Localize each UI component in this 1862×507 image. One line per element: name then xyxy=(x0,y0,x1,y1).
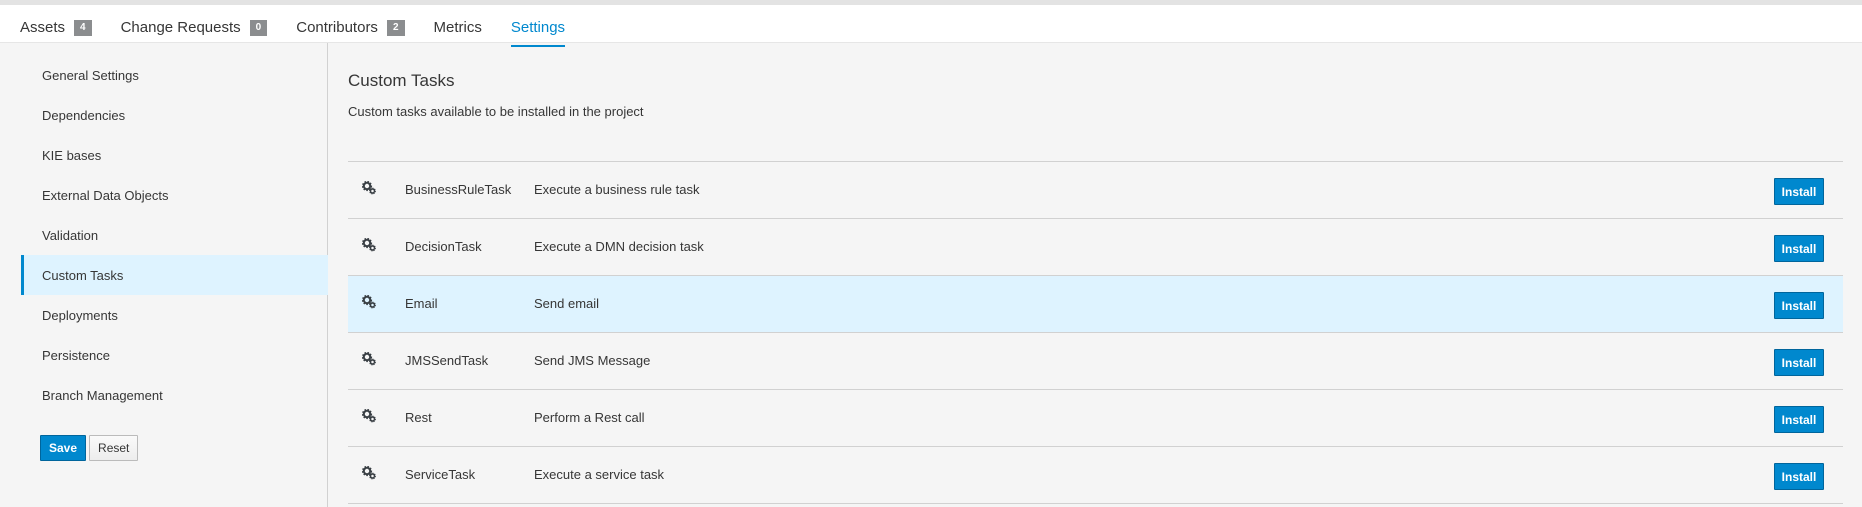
task-description: Perform a Rest call xyxy=(534,410,645,425)
tab-assets[interactable]: Assets 4 xyxy=(20,10,92,47)
project-tabs: Assets 4 Change Requests 0 Contributors … xyxy=(20,10,594,47)
sidebar-item-label: Deployments xyxy=(42,307,118,323)
settings-sidebar: General Settings Dependencies KIE bases … xyxy=(0,43,328,507)
install-button[interactable]: Install xyxy=(1774,349,1824,376)
sidebar-item-persistence[interactable]: Persistence xyxy=(21,335,328,375)
sidebar-item-label: Dependencies xyxy=(42,107,126,123)
tab-settings[interactable]: Settings xyxy=(510,10,566,47)
sidebar-item-external-data-objects[interactable]: External Data Objects xyxy=(21,175,328,215)
page-subtitle: Custom tasks available to be installed i… xyxy=(348,104,644,119)
install-button[interactable]: Install xyxy=(1774,406,1824,433)
gears-icon xyxy=(362,295,376,309)
tab-label: Change Requests xyxy=(120,19,241,36)
list-item: BusinessRuleTask Execute a business rule… xyxy=(348,162,1843,219)
reset-button[interactable]: Reset xyxy=(89,435,139,461)
tab-change-requests[interactable]: Change Requests 0 xyxy=(121,10,268,47)
task-description: Execute a business rule task xyxy=(534,182,700,197)
settings-nav: General Settings Dependencies KIE bases … xyxy=(21,55,328,415)
gears-icon xyxy=(362,238,376,252)
task-name: DecisionTask xyxy=(405,239,482,254)
task-name: Rest xyxy=(405,410,432,425)
list-item: JMSSendTask Send JMS Message Install xyxy=(348,333,1843,390)
sidebar-item-validation[interactable]: Validation xyxy=(21,215,328,255)
sidebar-item-label: External Data Objects xyxy=(42,187,169,203)
task-name: Email xyxy=(405,296,438,311)
task-description: Send JMS Message xyxy=(534,353,651,368)
gears-icon xyxy=(362,409,376,423)
count-badge: 0 xyxy=(249,19,268,36)
install-button[interactable]: Install xyxy=(1774,235,1824,262)
page-title: Custom Tasks xyxy=(348,71,455,90)
sidebar-item-deployments[interactable]: Deployments xyxy=(21,295,328,335)
list-item: Rest Perform a Rest call Install xyxy=(348,390,1843,447)
task-description: Send email xyxy=(534,296,600,311)
gears-icon xyxy=(362,466,376,480)
tab-label: Metrics xyxy=(433,19,482,36)
custom-tasks-panel: Custom Tasks Custom tasks available to b… xyxy=(348,43,1843,507)
sidebar-item-kie-bases[interactable]: KIE bases xyxy=(21,135,328,175)
tab-label: Settings xyxy=(510,19,566,36)
count-badge: 4 xyxy=(74,19,92,36)
sidebar-item-label: KIE bases xyxy=(42,147,102,163)
save-button[interactable]: Save xyxy=(40,435,87,461)
task-name: BusinessRuleTask xyxy=(405,182,512,197)
top-tab-bar: Assets 4 Change Requests 0 Contributors … xyxy=(0,0,1862,47)
task-description: Execute a service task xyxy=(534,467,665,482)
sidebar-actions: Save Reset xyxy=(40,435,139,461)
sidebar-item-label: General Settings xyxy=(42,67,139,83)
sidebar-item-dependencies[interactable]: Dependencies xyxy=(21,95,328,135)
list-item: DecisionTask Execute a DMN decision task… xyxy=(348,219,1843,276)
install-button[interactable]: Install xyxy=(1774,178,1824,205)
list-item: ServiceTask Execute a service task Insta… xyxy=(348,447,1843,504)
gears-icon xyxy=(362,352,376,366)
tab-contributors[interactable]: Contributors 2 xyxy=(296,10,405,47)
gears-icon xyxy=(362,181,376,195)
install-button[interactable]: Install xyxy=(1774,292,1824,319)
tab-metrics[interactable]: Metrics xyxy=(434,10,482,47)
list-item: Email Send email Install xyxy=(348,276,1843,333)
install-button[interactable]: Install xyxy=(1774,463,1824,490)
sidebar-item-general-settings[interactable]: General Settings xyxy=(21,55,328,95)
sidebar-item-label: Custom Tasks xyxy=(42,267,124,283)
task-name: ServiceTask xyxy=(405,467,476,482)
sidebar-item-label: Validation xyxy=(42,227,99,243)
task-name: JMSSendTask xyxy=(405,353,489,368)
sidebar-item-custom-tasks[interactable]: Custom Tasks xyxy=(21,255,328,295)
tab-label: Contributors xyxy=(296,19,378,36)
sidebar-item-branch-management[interactable]: Branch Management xyxy=(21,375,328,415)
task-list: BusinessRuleTask Execute a business rule… xyxy=(348,161,1843,504)
task-description: Execute a DMN decision task xyxy=(534,239,704,254)
sidebar-item-label: Persistence xyxy=(42,347,110,363)
count-badge: 2 xyxy=(386,19,405,36)
tab-label: Assets xyxy=(20,19,66,36)
sidebar-item-label: Branch Management xyxy=(42,387,163,403)
